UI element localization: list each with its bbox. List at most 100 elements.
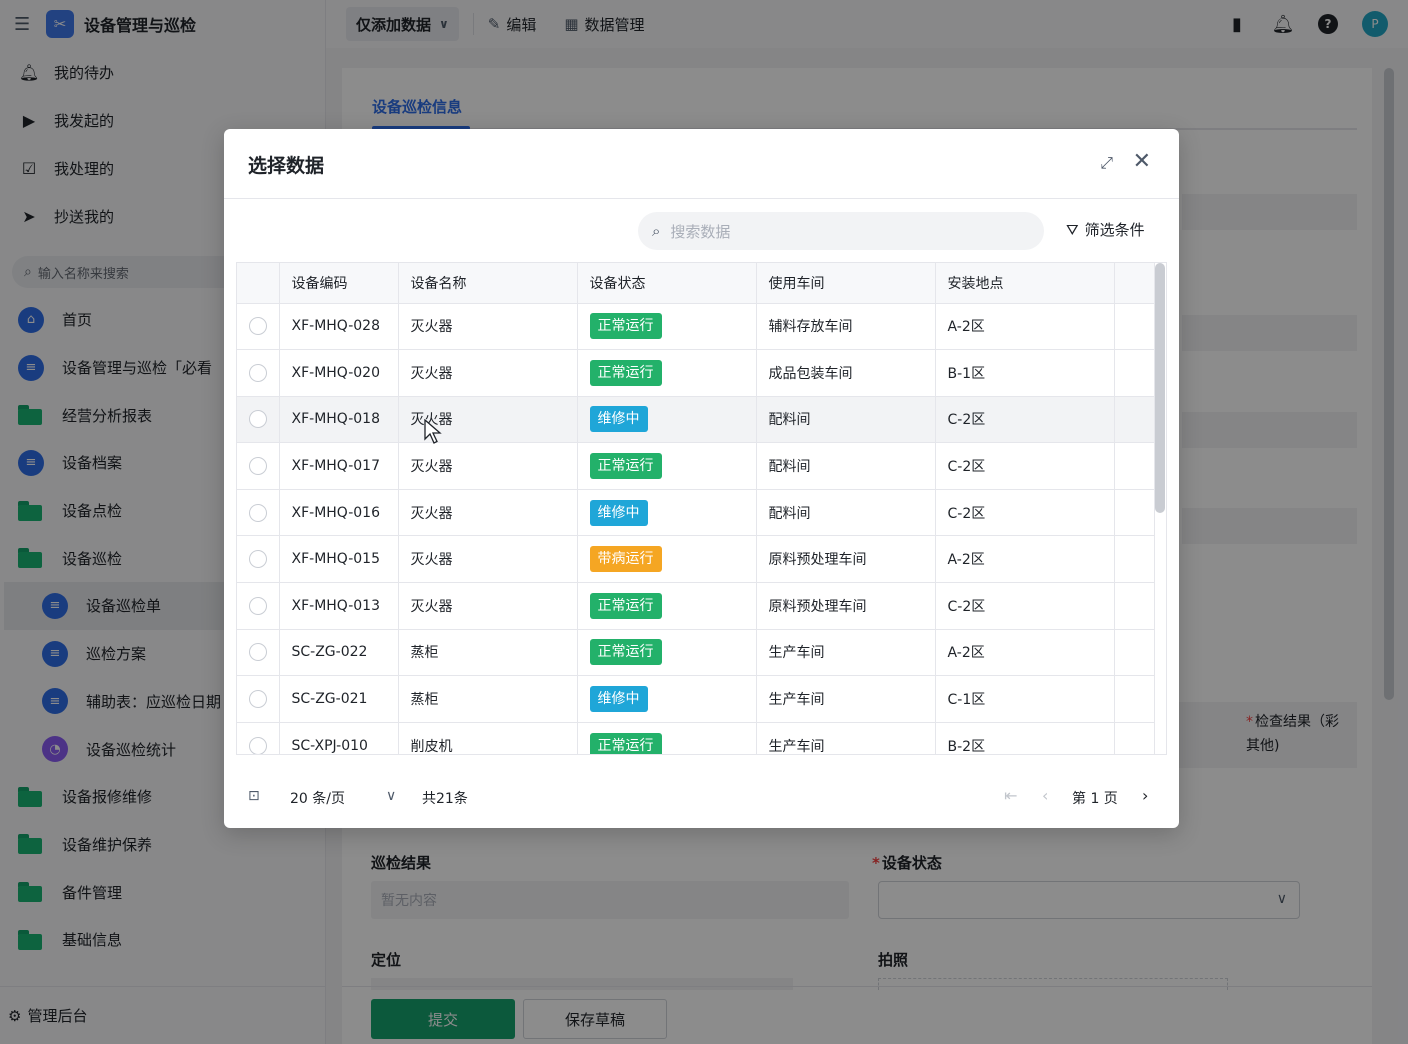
device-name-cell: 灭火器 xyxy=(398,582,578,630)
chevron-down-icon[interactable]: ∨ xyxy=(386,788,396,804)
workshop-cell: 辅料存放车间 xyxy=(756,303,936,351)
location-cell: C-2区 xyxy=(935,489,1115,537)
modal-header: 选择数据 ⤢ ✕ xyxy=(224,129,1179,199)
table-row[interactable]: XF-MHQ-020 灭火器 正常运行 成品包装车间 B-1区 xyxy=(237,349,1155,397)
device-code-cell: XF-MHQ-018 xyxy=(279,396,399,444)
row-radio[interactable] xyxy=(248,736,267,754)
device-name-cell: 灭火器 xyxy=(398,535,578,584)
table-row[interactable]: SC-ZG-022 蒸柜 正常运行 生产车间 A-2区 xyxy=(237,629,1155,677)
page-size-select[interactable]: 20 条/页 xyxy=(290,788,345,808)
row-select-cell xyxy=(237,582,280,630)
column-header[interactable]: 设备编码 xyxy=(279,263,399,304)
status-badge: 维修中 xyxy=(589,499,648,526)
spacer-cell xyxy=(1114,396,1155,444)
status-badge: 正常运行 xyxy=(589,313,662,340)
device-name-cell: 灭火器 xyxy=(398,442,578,490)
row-select-cell xyxy=(237,303,280,351)
status-badge: 带病运行 xyxy=(589,546,662,573)
device-status-cell: 正常运行 xyxy=(577,349,757,397)
expand-icon[interactable]: ⤢ xyxy=(1100,153,1113,173)
table-row[interactable]: XF-MHQ-018 灭火器 维修中 配料间 C-2区 xyxy=(237,396,1155,444)
device-code-cell: SC-ZG-022 xyxy=(279,629,399,677)
row-select-cell xyxy=(237,442,280,490)
device-status-cell: 正常运行 xyxy=(577,582,757,630)
device-name-cell: 灭火器 xyxy=(398,489,578,537)
row-radio[interactable] xyxy=(248,690,267,709)
status-badge: 正常运行 xyxy=(589,732,662,754)
row-radio[interactable] xyxy=(248,410,267,429)
column-header[interactable]: 安装地点 xyxy=(935,263,1115,304)
row-radio[interactable] xyxy=(248,503,267,522)
table-row[interactable]: XF-MHQ-016 灭火器 维修中 配料间 C-2区 xyxy=(237,489,1155,537)
row-select-cell xyxy=(237,535,280,584)
status-badge: 正常运行 xyxy=(589,453,662,480)
table-row[interactable]: XF-MHQ-028 灭火器 正常运行 辅料存放车间 A-2区 xyxy=(237,303,1155,351)
pagination: ⊡ 20 条/页 ∨ 共21条 ⇤ ‹ 第 1 页 › xyxy=(224,768,1179,828)
workshop-cell: 原料预处理车间 xyxy=(756,582,936,630)
status-badge: 正常运行 xyxy=(589,639,662,666)
spacer-cell xyxy=(1114,582,1155,630)
table-row[interactable]: SC-ZG-021 蒸柜 维修中 生产车间 C-1区 xyxy=(237,675,1155,723)
select-column-header xyxy=(237,263,280,304)
device-status-cell: 正常运行 xyxy=(577,629,757,677)
location-cell: C-1区 xyxy=(935,675,1115,723)
location-cell: A-2区 xyxy=(935,303,1115,351)
row-select-cell xyxy=(237,396,280,444)
table-row[interactable]: XF-MHQ-013 灭火器 正常运行 原料预处理车间 C-2区 xyxy=(237,582,1155,630)
row-radio[interactable] xyxy=(248,317,267,336)
prev-page-icon[interactable]: ‹ xyxy=(1042,786,1048,805)
location-cell: A-2区 xyxy=(935,629,1115,677)
status-badge: 正常运行 xyxy=(589,359,662,386)
row-select-cell xyxy=(237,675,280,723)
search-input[interactable]: ⌕ 搜索数据 xyxy=(638,212,1044,250)
row-radio[interactable] xyxy=(248,457,267,476)
status-badge: 维修中 xyxy=(589,686,648,713)
spacer-cell xyxy=(1114,303,1155,351)
device-name-cell: 灭火器 xyxy=(398,303,578,351)
column-header[interactable]: 设备状态 xyxy=(577,263,757,304)
location-cell: C-2区 xyxy=(935,582,1115,630)
row-radio[interactable] xyxy=(248,363,267,382)
device-status-cell: 维修中 xyxy=(577,675,757,723)
status-badge: 正常运行 xyxy=(589,592,662,619)
search-icon: ⌕ xyxy=(652,222,661,240)
row-select-cell xyxy=(237,722,280,754)
device-status-cell: 维修中 xyxy=(577,396,757,444)
device-name-cell: 灭火器 xyxy=(398,349,578,397)
workshop-cell: 成品包装车间 xyxy=(756,349,936,397)
filter-button[interactable]: ⛛ 筛选条件 xyxy=(1066,219,1145,240)
device-code-cell: XF-MHQ-028 xyxy=(279,303,399,351)
select-data-modal: 选择数据 ⤢ ✕ ⌕ 搜索数据 ⛛ 筛选条件 设备编码 设备名称 设备状态 使用… xyxy=(224,129,1179,828)
page-info-icon: ⊡ xyxy=(248,788,260,804)
close-icon[interactable]: ✕ xyxy=(1133,149,1151,174)
current-page: 第 1 页 xyxy=(1072,791,1118,807)
device-name-cell: 蒸柜 xyxy=(398,675,578,723)
row-radio[interactable] xyxy=(248,596,267,615)
mouse-cursor-icon xyxy=(424,419,442,444)
search-placeholder: 搜索数据 xyxy=(670,222,731,241)
spacer-cell xyxy=(1114,722,1155,754)
workshop-cell: 生产车间 xyxy=(756,629,936,677)
device-name-cell: 削皮机 xyxy=(398,722,578,754)
column-header[interactable]: 设备名称 xyxy=(398,263,578,304)
row-radio[interactable] xyxy=(248,550,267,569)
spacer-cell xyxy=(1114,442,1155,490)
device-code-cell: SC-ZG-021 xyxy=(279,675,399,723)
workshop-cell: 配料间 xyxy=(756,489,936,537)
table-row[interactable]: XF-MHQ-017 灭火器 正常运行 配料间 C-2区 xyxy=(237,442,1155,490)
row-radio[interactable] xyxy=(248,643,267,662)
table-row[interactable]: SC-XPJ-010 削皮机 正常运行 生产车间 B-2区 xyxy=(237,722,1155,754)
data-table: 设备编码 设备名称 设备状态 使用车间 安装地点 XF-MHQ-028 灭火器 正常… xyxy=(236,262,1167,755)
next-page-icon[interactable]: › xyxy=(1142,786,1148,805)
table-row[interactable]: XF-MHQ-015 灭火器 带病运行 原料预处理车间 A-2区 xyxy=(237,535,1155,584)
first-page-icon[interactable]: ⇤ xyxy=(1004,786,1017,805)
column-header[interactable]: 使用车间 xyxy=(756,263,936,304)
column-header-spacer xyxy=(1114,263,1155,304)
row-select-cell xyxy=(237,629,280,677)
workshop-cell: 配料间 xyxy=(756,396,936,444)
modal-title: 选择数据 xyxy=(248,155,325,177)
filter-icon: ⛛ xyxy=(1066,220,1079,239)
device-name-cell: 蒸柜 xyxy=(398,629,578,677)
table-scrollbar[interactable] xyxy=(1155,263,1165,513)
workshop-cell: 生产车间 xyxy=(756,675,936,723)
